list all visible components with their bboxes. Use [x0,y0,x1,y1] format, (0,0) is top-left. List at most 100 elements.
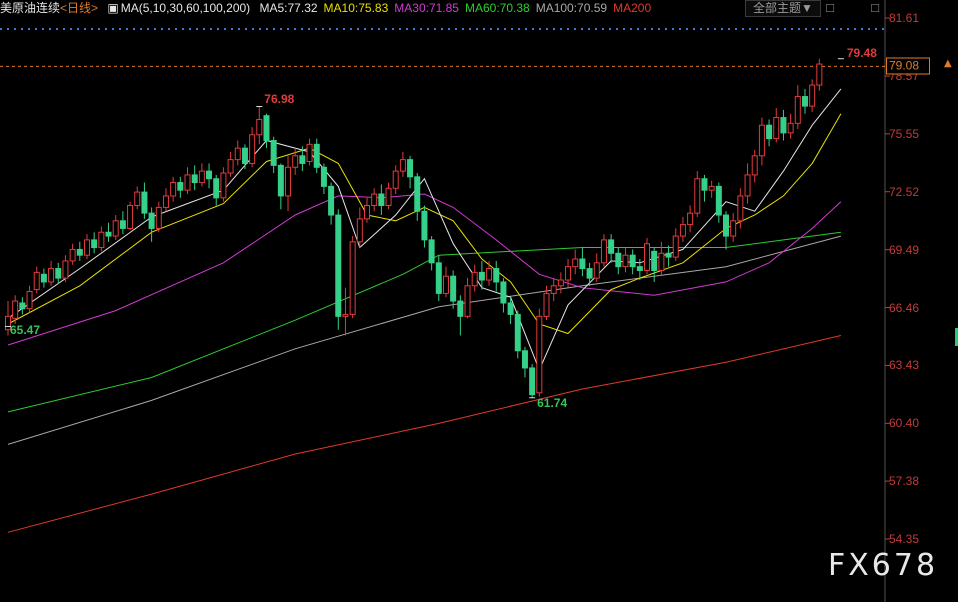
candle-body [536,315,543,394]
candle-body [62,260,69,279]
candle-body [40,273,47,283]
candle-body [636,266,643,271]
ma-value-label: MA10:75.83 [323,1,389,15]
candle-body [658,252,665,271]
ma-value-label: MA60:70.38 [464,1,530,15]
candle-body [292,155,299,168]
candle-body [428,239,435,264]
candle-body [76,248,83,256]
candle-body [69,248,76,262]
candle-body [478,271,485,281]
candle-body [385,187,392,206]
candle-body [414,176,421,212]
window-icon[interactable]: □ [823,0,837,15]
candle-body [622,254,629,268]
candle-body [127,204,134,229]
y-tick-label: 60.40 [889,416,920,431]
candle-body [227,159,234,174]
candle-body [586,268,593,279]
watermark: FX678 [828,548,939,583]
ma-spec: MA(5,10,30,60,100,200) [120,1,251,15]
candle-body [141,191,148,214]
candle-body [787,122,794,134]
candle-body [234,147,241,161]
candle-body [780,117,787,134]
candle-body [615,252,622,268]
candle-body [206,170,213,180]
candle-body [471,271,478,287]
window-icon[interactable]: □ [868,0,882,15]
candle-body [306,143,313,163]
candle-body [91,239,98,249]
y-tick-label: 66.46 [889,300,920,315]
ma-value-label: MA30:71.85 [394,1,459,15]
candle-body [421,210,428,241]
candle-body [270,140,277,166]
candle-body [435,262,442,294]
candle-body [730,220,737,237]
candle-body [572,258,579,268]
candle-body [801,96,808,107]
y-tick-label: 75.55 [889,126,920,141]
candle-body [213,178,220,199]
candle-body [162,195,169,208]
high-annotation: 76.98 [264,92,295,107]
candle-body [184,174,191,191]
candle-body [285,166,292,197]
candle-body [155,206,162,229]
y-tick-label: 69.49 [889,242,920,257]
candle-body [550,285,557,294]
chart-root: ▲ 美原油连续<日线> ▣ MA(5,10,30,60,100,200) MA5:… [0,0,958,602]
ma200-line [7,335,842,533]
ma-value-label: MA5:77.32 [259,1,318,15]
candle-body [48,268,55,283]
candle-body [119,220,126,229]
candle-body [464,285,471,317]
candle-body [629,254,636,268]
candle-body [364,204,370,220]
candle-body [543,292,550,317]
candle-body [565,266,572,281]
ma-value-label: MA100:70.59 [535,1,608,15]
candle-body [378,193,385,206]
candle-body [687,212,694,226]
candle-body [134,191,141,206]
candle-body [751,155,758,176]
ma-values: MA5:77.32 MA10:75.83 MA30:71.85 MA60:70.38 M… [260,1,658,15]
candle-body [112,220,119,237]
candle-body [349,241,356,315]
candle-body [500,281,507,304]
candle-body [600,239,607,264]
candle-body [644,243,651,271]
candle-body [723,214,729,237]
candle-body [342,313,349,317]
candle-body [557,279,564,287]
y-tick-label: 72.52 [889,184,920,199]
last-price-box: 79.08 [886,57,930,75]
candle-body [766,124,773,140]
candle-body [407,159,414,178]
candle-body [694,178,701,214]
candle-body [98,231,105,249]
candle-body [737,195,744,222]
candle-body [148,212,155,229]
candle-body [26,290,33,310]
candle-body [651,250,658,271]
candle-body [220,172,227,199]
candle-body [263,115,270,142]
candle-body [579,258,586,270]
candle-body [83,239,90,256]
y-tick-label: 57.38 [889,474,920,489]
candle-body [758,124,765,157]
y-tick-label: 54.35 [889,532,920,546]
candle-body [794,96,801,124]
candle-body [665,252,672,258]
ma-value-label: MA200 [613,1,652,15]
y-tick-label: 81.61 [889,11,920,25]
candle-body [773,117,780,140]
theme-dropdown[interactable]: 全部主题▼ [745,0,821,17]
period-label[interactable]: <日线> [60,1,98,15]
candle-body [19,302,26,310]
candle-body [486,268,493,281]
candlestick-plot: ▲ [0,0,958,602]
